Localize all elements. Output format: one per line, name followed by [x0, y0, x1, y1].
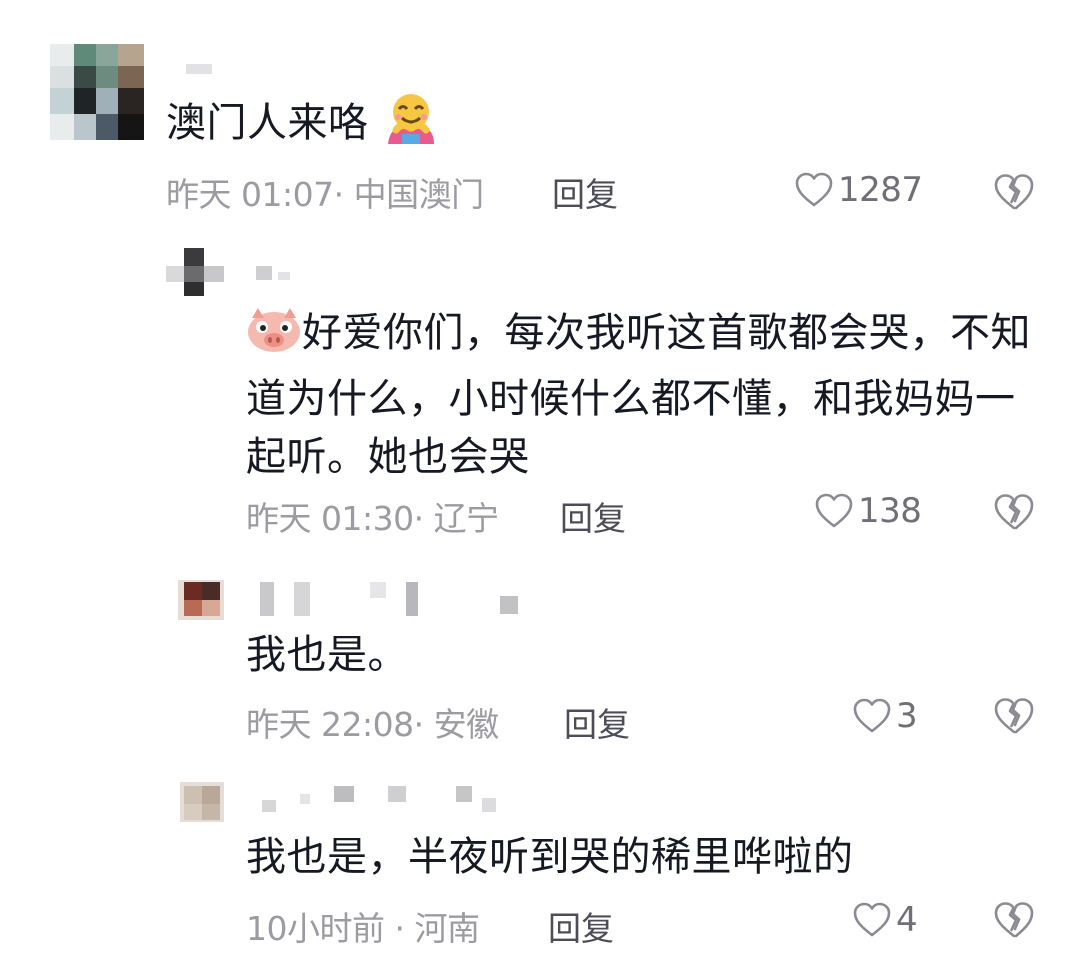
comment-meta: 10小时前 · 河南: [246, 902, 480, 950]
dislike-button[interactable]: [992, 900, 1036, 944]
comment-text: 我也是，半夜听到哭的稀里哗啦的: [246, 828, 1036, 886]
like-count: 4: [896, 900, 918, 940]
comment-4: 我也是，半夜听到哭的稀里哗啦的 10小时前 · 河南 回复 4: [0, 0, 1080, 974]
meta-separator: ·: [394, 909, 406, 948]
avatar[interactable]: [180, 782, 224, 822]
reply-button[interactable]: 回复: [548, 902, 614, 950]
comment-location: 河南: [414, 909, 481, 948]
username-blurred[interactable]: [256, 784, 506, 820]
broken-heart-icon: [992, 902, 1036, 944]
like-button[interactable]: 4: [852, 898, 918, 942]
comment-time: 10小时前: [246, 909, 385, 948]
heart-outline-icon: [852, 901, 892, 939]
comment-text-content: 我也是，半夜听到哭的稀里哗啦的: [246, 834, 854, 880]
